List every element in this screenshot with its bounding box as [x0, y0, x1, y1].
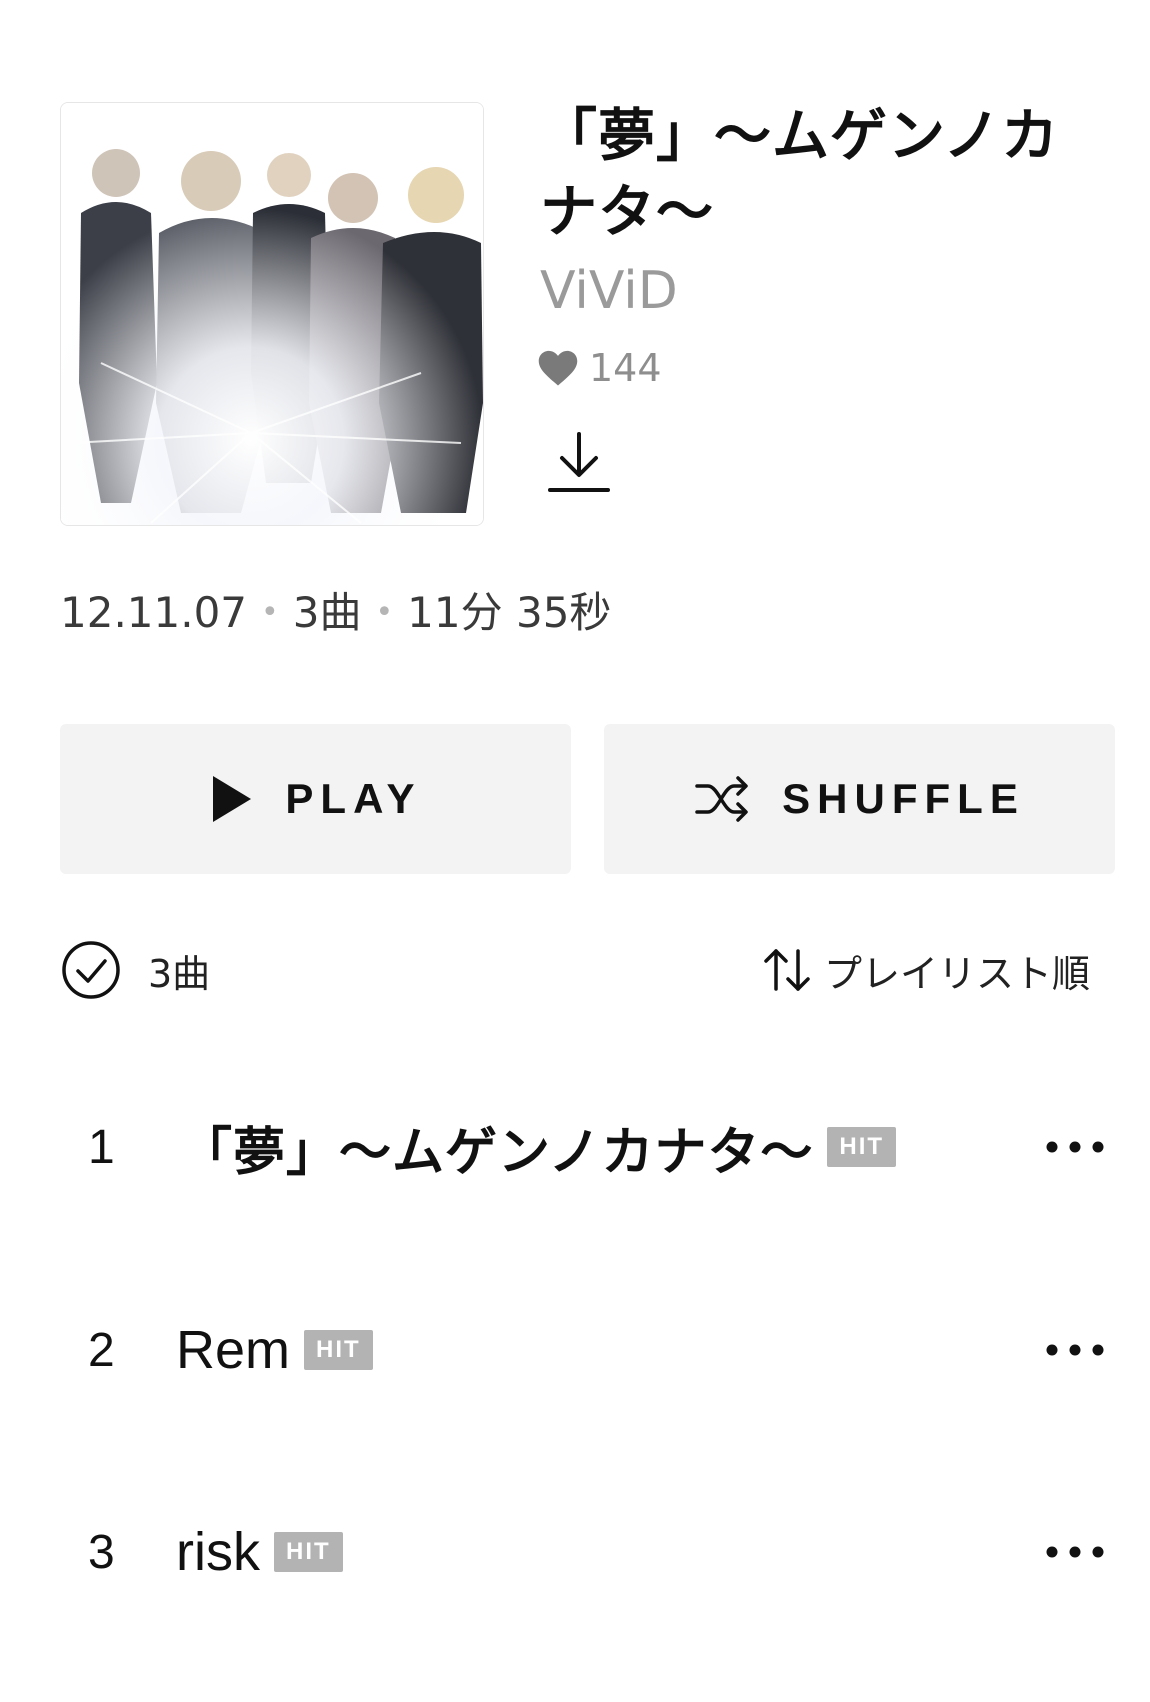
track-list-header: 3曲 プレイリスト順	[60, 938, 1090, 1002]
track-number: 2	[88, 1323, 115, 1377]
more-options-button[interactable]	[1040, 1522, 1110, 1582]
track-row[interactable]: 1 「夢」〜ムゲンノカナタ〜 HIT	[0, 1087, 1150, 1207]
sort-label: プレイリスト順	[823, 951, 1090, 996]
more-icon	[1046, 1141, 1104, 1153]
shuffle-button-label: SHUFFLE	[782, 775, 1025, 822]
like-count-value: 144	[589, 346, 662, 390]
track-number: 1	[88, 1120, 115, 1174]
total-duration: 11分 35秒	[407, 588, 612, 637]
release-date: 12.11.07	[60, 588, 248, 637]
album-meta: 12.11.07 • 3曲 • 11分 35秒	[60, 585, 611, 641]
meta-separator: •	[375, 595, 394, 630]
more-options-button[interactable]	[1040, 1117, 1110, 1177]
download-icon	[548, 432, 610, 492]
hit-badge: HIT	[273, 1532, 343, 1572]
sort-arrows-icon	[764, 949, 810, 991]
shuffle-icon	[695, 776, 748, 822]
shuffle-button[interactable]: SHUFFLE	[604, 724, 1115, 874]
download-button[interactable]	[544, 430, 614, 500]
more-icon	[1046, 1344, 1104, 1356]
sort-button[interactable]: プレイリスト順	[760, 938, 1090, 1002]
track-title: 「夢」〜ムゲンノカナタ〜	[180, 1122, 814, 1183]
track-title: risk	[176, 1522, 260, 1582]
track-number: 3	[88, 1525, 115, 1579]
check-circle-icon	[62, 941, 120, 999]
more-options-button[interactable]	[1040, 1320, 1110, 1380]
track-count: 3曲	[292, 588, 362, 637]
select-all-button[interactable]: 3曲	[60, 938, 210, 1002]
album-title: 「夢」〜ムゲンノカナタ〜	[540, 103, 1060, 245]
meta-separator: •	[261, 595, 279, 630]
album-cover[interactable]	[60, 102, 484, 526]
play-button-label: PLAY	[285, 775, 422, 822]
artist-name[interactable]: ViViD	[540, 256, 678, 326]
hit-badge: HIT	[827, 1127, 897, 1167]
play-button[interactable]: PLAY	[60, 724, 571, 874]
track-row[interactable]: 2 Rem HIT	[0, 1290, 1150, 1410]
more-icon	[1046, 1546, 1104, 1558]
track-title: Rem	[176, 1320, 291, 1380]
album-cover-image	[61, 103, 483, 525]
track-row[interactable]: 3 risk HIT	[0, 1492, 1150, 1612]
heart-icon	[538, 350, 578, 386]
play-icon	[213, 776, 252, 822]
selected-count-label: 3曲	[148, 951, 211, 996]
hit-badge: HIT	[304, 1330, 373, 1370]
like-count[interactable]: 144	[537, 342, 662, 394]
